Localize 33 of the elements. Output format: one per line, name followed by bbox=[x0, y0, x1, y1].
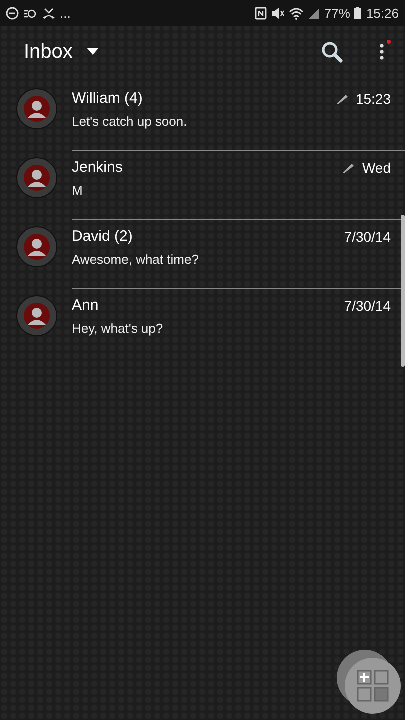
avatar-icon bbox=[16, 157, 58, 199]
message-time: Wed bbox=[362, 160, 391, 176]
inbox-dropdown[interactable]: Inbox bbox=[24, 40, 99, 64]
message-time: 7/30/14 bbox=[344, 298, 391, 314]
add-grid-icon bbox=[355, 668, 391, 704]
message-time: 15:23 bbox=[356, 90, 391, 106]
message-preview: Hey, what's up? bbox=[72, 321, 164, 336]
signal-icon bbox=[308, 6, 320, 20]
conversation-item[interactable]: Ann 7/30/14 Hey, what's up? bbox=[0, 289, 405, 358]
search-icon[interactable] bbox=[321, 41, 343, 63]
contact-name: David (2) bbox=[72, 228, 134, 245]
message-preview: Awesome, what time? bbox=[72, 252, 200, 267]
avatar-icon bbox=[16, 226, 58, 268]
clock: 15:26 bbox=[366, 6, 399, 20]
avatar-icon bbox=[16, 88, 58, 130]
nfc-icon bbox=[255, 6, 268, 20]
message-time: 7/30/14 bbox=[344, 228, 391, 244]
contact-name: Ann bbox=[72, 297, 100, 314]
new-message-button[interactable] bbox=[345, 658, 401, 714]
contact-name: William (4) bbox=[72, 90, 144, 107]
conversation-item[interactable]: Jenkins Wed M bbox=[0, 151, 405, 220]
avatar-icon bbox=[16, 295, 58, 337]
more-notifications-text: ... bbox=[60, 6, 71, 20]
battery-percent: 77% bbox=[324, 6, 350, 20]
message-preview: Let's catch up soon. bbox=[72, 114, 188, 129]
mute-icon bbox=[271, 6, 286, 20]
caret-icon bbox=[86, 48, 99, 56]
conversation-item[interactable]: William (4) 15:23 Let's catch up soon. bbox=[0, 82, 405, 151]
battery-icon bbox=[354, 6, 362, 20]
wifi-icon bbox=[289, 6, 304, 20]
contact-name: Jenkins bbox=[72, 159, 124, 176]
do-not-disturb-icon bbox=[6, 6, 19, 20]
message-preview: M bbox=[72, 183, 84, 198]
